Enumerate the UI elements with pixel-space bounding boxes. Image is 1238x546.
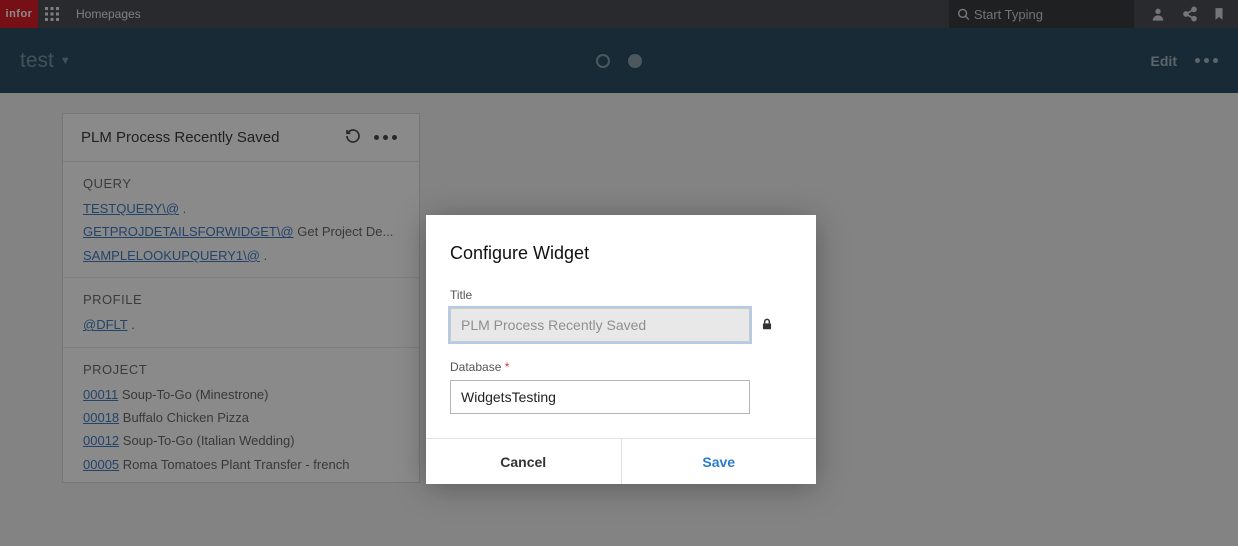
database-input[interactable]: [450, 380, 750, 414]
configure-widget-dialog: Configure Widget Title Database * Cancel…: [426, 215, 816, 484]
save-button[interactable]: Save: [622, 439, 817, 484]
database-field-label: Database *: [450, 360, 792, 374]
title-input: [450, 308, 750, 342]
cancel-button[interactable]: Cancel: [426, 439, 622, 484]
lock-icon: [760, 316, 774, 335]
title-field-label: Title: [450, 288, 792, 302]
dialog-title: Configure Widget: [426, 215, 816, 276]
